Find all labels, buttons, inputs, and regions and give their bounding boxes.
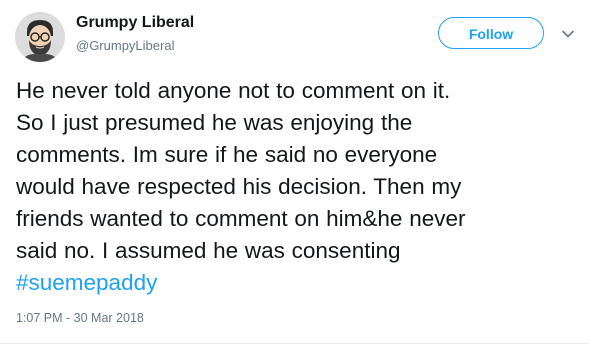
chevron-down-icon[interactable] xyxy=(561,27,575,41)
tweet-text-line: He never told anyone not to comment on i… xyxy=(16,78,451,103)
tweet-text-line: comments. Im sure if he said no everyone xyxy=(16,142,438,167)
tweet-text-line: said no. I assumed he was consenting xyxy=(16,238,401,263)
tweet-text-line: So I just presumed he was enjoying the xyxy=(16,110,413,135)
tweet-timestamp[interactable]: 1:07 PM - 30 Mar 2018 xyxy=(16,311,144,325)
hashtag-link[interactable]: #suemepaddy xyxy=(16,267,582,299)
bearded-man-avatar-icon xyxy=(15,12,65,62)
display-name[interactable]: Grumpy Liberal xyxy=(76,14,194,32)
divider xyxy=(0,343,589,344)
user-handle[interactable]: @GrumpyLiberal xyxy=(76,38,174,53)
follow-button[interactable]: Follow xyxy=(438,17,544,49)
tweet-text: He never told anyone not to comment on i… xyxy=(16,75,582,299)
tweet-text-line: would have respected his decision. Then … xyxy=(16,174,462,199)
tweet-card: Grumpy Liberal @GrumpyLiberal Follow He … xyxy=(0,0,589,345)
avatar[interactable] xyxy=(15,12,65,62)
tweet-text-line: friends wanted to comment on him&he neve… xyxy=(16,206,466,231)
